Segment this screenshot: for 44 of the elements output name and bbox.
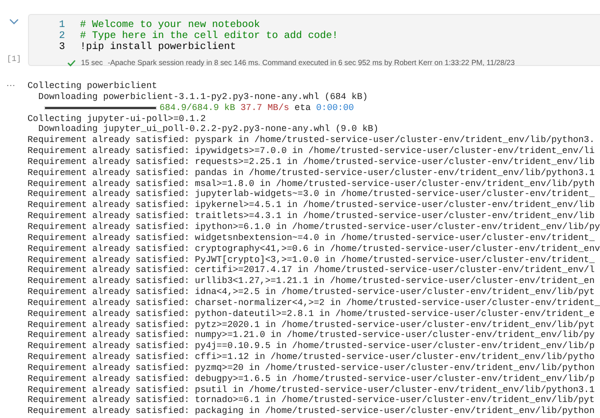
output-line: Requirement already satisfied: cryptography<41,>=0.6 in /home/trusted-service-user/cluster-env/trident_env [28, 244, 600, 254]
output-line: Requirement already satisfied: certifi>=2017.4.17 in /home/trusted-service-user/cluster-env/trident_env/l [28, 265, 596, 276]
output-line: Requirement already satisfied: psutil in /home/trusted-service-user/cluster-env/trident_env/lib/python3.1 [28, 384, 596, 396]
output-line: Requirement already satisfied: debugpy>=1.6.5 in /home/trusted-service-user/cluster-env/trident_env/lib/p [28, 374, 596, 385]
download-size: 684.9/684.9 kB [160, 103, 236, 114]
output-line: Requirement already satisfied: pytz>=2020.1 in /home/trusted-service-user/cluster-env/trident_env/lib/pyt [28, 320, 596, 330]
output-line: Requirement already satisfied: charset-normalizer<4,>=2 in /home/trusted-service-user/cluster-env/trident_ [28, 298, 600, 309]
output-line: Requirement already satisfied: urllib3<1.27,>=1.21.1 in /home/trusted-service-user/cluster-env/trident_en [28, 276, 596, 288]
output-line: Requirement already satisfied: PyJWT[crypto]<3,>=1.0.0 in /home/trusted-service-user/cluster-env/trident_ [28, 254, 596, 266]
line-number: 3 [58, 42, 66, 53]
collapse-chevron-icon[interactable] [9, 18, 19, 25]
output-line: Requirement already satisfied: ipykernel>=4.5.1 in /home/trusted-service-user/cluster-env/trident_env/lib [28, 200, 596, 212]
output-line: Requirement already satisfied: ipywidgets>=7.0.0 in /home/trusted-service-user/cluster-env/trident_env/li [28, 146, 596, 157]
download-speed: 37.7 MB/s [240, 103, 290, 114]
output-line: Downloading jupyter_ui_poll-0.2.2-py2.py3-none-any.whl (9.0 kB) [37, 124, 380, 136]
output-line: Requirement already satisfied: idna<4,>=2.5 in /home/trusted-service-user/cluster-env/trident_env/lib/pyt [28, 287, 596, 298]
output-line: Requirement already satisfied: packaging in /home/trusted-service-user/cluster-env/trident_env/lib/python [28, 406, 596, 418]
eta-label: eta [294, 103, 311, 114]
output-line: Downloading powerbiclient-3.1.1-py2.py3-none-any.whl (684 kB) [37, 92, 369, 103]
execution-count: [1] [6, 55, 22, 64]
output-line: Requirement already satisfied: cffi>=1.12 in /home/trusted-service-user/cluster-env/trident_env/lib/pytho [28, 352, 596, 363]
output-line: Requirement already satisfied: requests>=2.25.1 in /home/trusted-service-user/cluster-env/trident_env/lib [28, 156, 596, 168]
output-line: Requirement already satisfied: tornado>=6.1 in /home/trusted-service-user/cluster-env/trident_env/lib/pyt [28, 395, 596, 406]
output-line: Collecting jupyter-ui-poll>=0.1.2 [28, 114, 207, 124]
output-line: Requirement already satisfied: py4j==0.10.9.5 in /home/trusted-service-user/cluster-env/trident_env/lib/p [28, 341, 596, 352]
output-line: Requirement already satisfied: pyspark in /home/trusted-service-user/cluster-env/trident_env/lib/python3. [28, 135, 596, 146]
eta-time: 0:00:00 [316, 103, 354, 114]
code-line: # Welcome to your new notebook [80, 20, 260, 31]
line-number: 2 [58, 31, 66, 42]
output-line: Requirement already satisfied: pandas in /home/trusted-service-user/cluster-env/trident_env/lib/python3.1 [28, 168, 596, 179]
output-line: Requirement already satisfied: python-dateutil>=2.8.1 in /home/trusted-service-user/cluster-env/trident_e [28, 308, 596, 320]
output-line: Requirement already satisfied: widgetsnbextension~=4.0 in /home/trusted-service-user/cluster-env/trident_ [28, 232, 596, 244]
output-line: Requirement already satisfied: pyzmq>=20 in /home/trusted-service-user/cluster-env/trident_env/lib/python [28, 362, 596, 374]
output-line: Requirement already satisfied: msal>=1.8.0 in /home/trusted-service-user/cluster-env/trident_env/lib/pyth [28, 178, 596, 190]
output-line: Collecting powerbiclient [28, 81, 158, 92]
output-more-menu[interactable]: ··· [6, 81, 16, 91]
code-line: # Type here in the cell editor to add code! [80, 31, 338, 42]
line-number: 1 [58, 20, 66, 31]
output-line: Requirement already satisfied: ipython>=6.1.0 in /home/trusted-service-user/cluster-env/trident_env/lib/py [28, 222, 600, 233]
output-line: Requirement already satisfied: numpy>=1.21.0 in /home/trusted-service-user/cluster-env/trident_env/lib/py [28, 330, 596, 342]
output-line: Requirement already satisfied: traitlets>=4.3.1 in /home/trusted-service-user/cluster-env/trident_env/lib [28, 211, 596, 222]
output-line: Requirement already satisfied: jupyterlab-widgets~=3.0 in /home/trusted-service-user/cluster-env/trident_ [28, 189, 596, 200]
code-cell[interactable] [28, 14, 600, 66]
code-line: !pip install powerbiclient [80, 42, 236, 53]
